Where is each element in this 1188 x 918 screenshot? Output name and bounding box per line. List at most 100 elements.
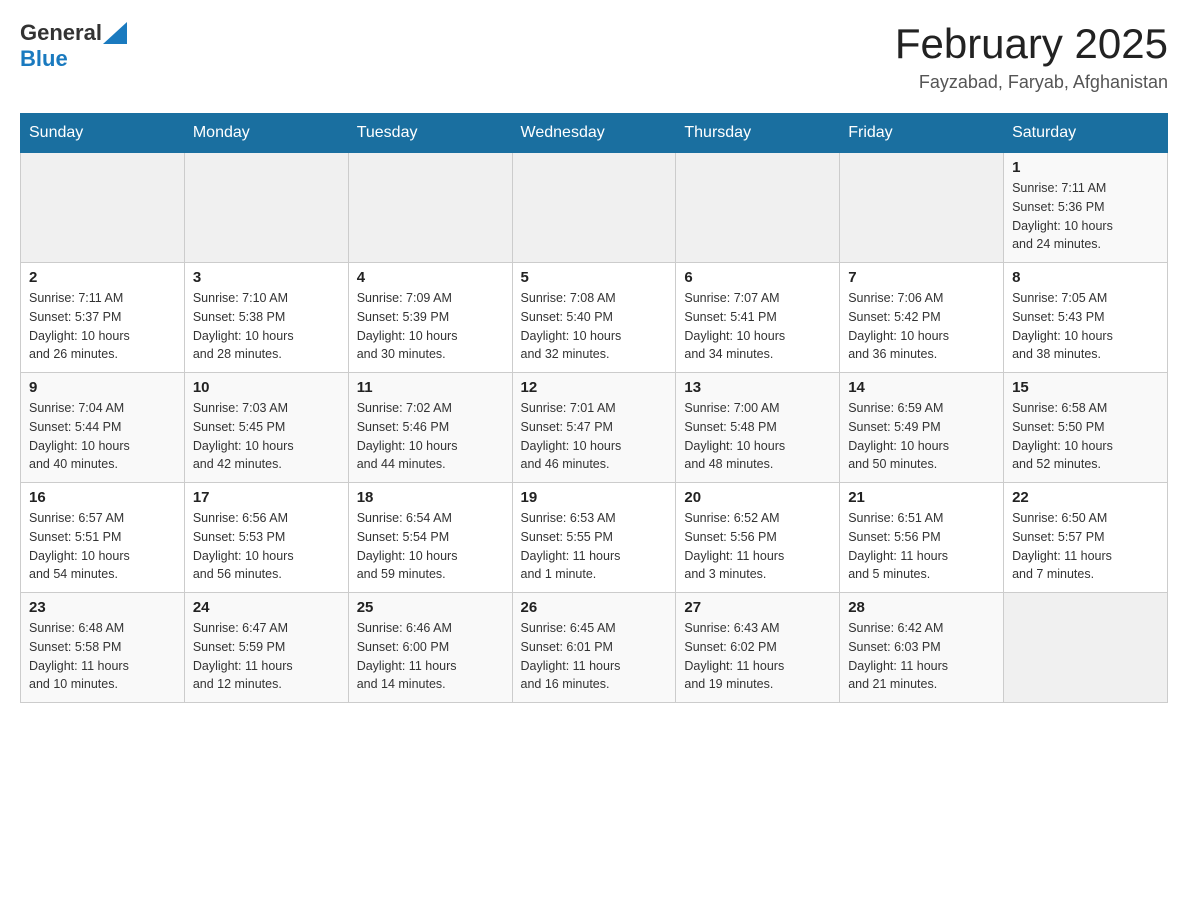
weekday-header-wednesday: Wednesday xyxy=(512,114,676,153)
day-number: 4 xyxy=(357,269,504,286)
day-number: 21 xyxy=(848,489,995,506)
weekday-header-saturday: Saturday xyxy=(1004,114,1168,153)
calendar-cell: 23 Sunrise: 6:48 AMSunset: 5:58 PMDayligh… xyxy=(21,593,185,703)
day-number: 11 xyxy=(357,379,504,396)
day-info: Sunrise: 7:08 AMSunset: 5:40 PMDaylight:… xyxy=(521,289,668,364)
calendar-cell: 3 Sunrise: 7:10 AMSunset: 5:38 PMDaylight… xyxy=(184,263,348,373)
day-info: Sunrise: 7:11 AMSunset: 5:37 PMDaylight:… xyxy=(29,289,176,364)
day-number: 27 xyxy=(684,599,831,616)
day-info: Sunrise: 7:04 AMSunset: 5:44 PMDaylight:… xyxy=(29,399,176,474)
calendar-cell: 13Sunrise: 7:00 AMSunset: 5:48 PMDayligh… xyxy=(676,373,840,483)
calendar-cell: 10 Sunrise: 7:03 AMSunset: 5:45 PMDayligh… xyxy=(184,373,348,483)
calendar-week-row: 2 Sunrise: 7:11 AMSunset: 5:37 PMDaylight… xyxy=(21,263,1168,373)
day-number: 15 xyxy=(1012,379,1159,396)
location-subtitle: Fayzabad, Faryab, Afghanistan xyxy=(895,72,1168,93)
day-info: Sunrise: 6:48 AMSunset: 5:58 PMDaylight:… xyxy=(29,619,176,694)
weekday-header-row: SundayMondayTuesdayWednesdayThursdayFrid… xyxy=(21,114,1168,153)
weekday-header-thursday: Thursday xyxy=(676,114,840,153)
logo: General Blue xyxy=(20,20,127,72)
day-number: 16 xyxy=(29,489,176,506)
day-info: Sunrise: 6:42 AMSunset: 6:03 PMDaylight:… xyxy=(848,619,995,694)
day-number: 26 xyxy=(521,599,668,616)
calendar-cell: 19 Sunrise: 6:53 AMSunset: 5:55 PMDayligh… xyxy=(512,483,676,593)
weekday-header-sunday: Sunday xyxy=(21,114,185,153)
day-info: Sunrise: 6:50 AMSunset: 5:57 PMDaylight:… xyxy=(1012,509,1159,584)
calendar-cell: 14 Sunrise: 6:59 AMSunset: 5:49 PMDayligh… xyxy=(840,373,1004,483)
day-info: Sunrise: 6:54 AMSunset: 5:54 PMDaylight:… xyxy=(357,509,504,584)
weekday-header-monday: Monday xyxy=(184,114,348,153)
day-number: 8 xyxy=(1012,269,1159,286)
calendar-cell: 20 Sunrise: 6:52 AMSunset: 5:56 PMDayligh… xyxy=(676,483,840,593)
day-info: Sunrise: 7:03 AMSunset: 5:45 PMDaylight:… xyxy=(193,399,340,474)
calendar-cell: 25 Sunrise: 6:46 AMSunset: 6:00 PMDayligh… xyxy=(348,593,512,703)
day-info: Sunrise: 6:59 AMSunset: 5:49 PMDaylight:… xyxy=(848,399,995,474)
day-info: Sunrise: 6:56 AMSunset: 5:53 PMDaylight:… xyxy=(193,509,340,584)
day-info: Sunrise: 7:11 AMSunset: 5:36 PMDaylight:… xyxy=(1012,179,1159,254)
calendar-cell: 16Sunrise: 6:57 AMSunset: 5:51 PMDayligh… xyxy=(21,483,185,593)
day-number: 22 xyxy=(1012,489,1159,506)
calendar-cell: 9Sunrise: 7:04 AMSunset: 5:44 PMDaylight… xyxy=(21,373,185,483)
calendar-cell: 8Sunrise: 7:05 AMSunset: 5:43 PMDaylight… xyxy=(1004,263,1168,373)
day-number: 7 xyxy=(848,269,995,286)
day-info: Sunrise: 7:01 AMSunset: 5:47 PMDaylight:… xyxy=(521,399,668,474)
day-number: 3 xyxy=(193,269,340,286)
day-info: Sunrise: 7:02 AMSunset: 5:46 PMDaylight:… xyxy=(357,399,504,474)
calendar-cell: 22 Sunrise: 6:50 AMSunset: 5:57 PMDayligh… xyxy=(1004,483,1168,593)
calendar-table: SundayMondayTuesdayWednesdayThursdayFrid… xyxy=(20,113,1168,703)
calendar-cell: 4 Sunrise: 7:09 AMSunset: 5:39 PMDaylight… xyxy=(348,263,512,373)
day-number: 14 xyxy=(848,379,995,396)
day-info: Sunrise: 6:52 AMSunset: 5:56 PMDaylight:… xyxy=(684,509,831,584)
logo-general-text: General xyxy=(20,20,102,46)
day-number: 23 xyxy=(29,599,176,616)
calendar-cell xyxy=(676,153,840,263)
calendar-cell: 12Sunrise: 7:01 AMSunset: 5:47 PMDayligh… xyxy=(512,373,676,483)
calendar-cell: 7 Sunrise: 7:06 AMSunset: 5:42 PMDaylight… xyxy=(840,263,1004,373)
day-info: Sunrise: 7:00 AMSunset: 5:48 PMDaylight:… xyxy=(684,399,831,474)
calendar-cell xyxy=(1004,593,1168,703)
day-number: 1 xyxy=(1012,159,1159,176)
day-info: Sunrise: 6:46 AMSunset: 6:00 PMDaylight:… xyxy=(357,619,504,694)
calendar-cell xyxy=(840,153,1004,263)
calendar-cell xyxy=(21,153,185,263)
day-number: 20 xyxy=(684,489,831,506)
day-number: 5 xyxy=(521,269,668,286)
day-info: Sunrise: 7:09 AMSunset: 5:39 PMDaylight:… xyxy=(357,289,504,364)
calendar-week-row: 16Sunrise: 6:57 AMSunset: 5:51 PMDayligh… xyxy=(21,483,1168,593)
calendar-cell: 18 Sunrise: 6:54 AMSunset: 5:54 PMDayligh… xyxy=(348,483,512,593)
day-number: 25 xyxy=(357,599,504,616)
weekday-header-tuesday: Tuesday xyxy=(348,114,512,153)
calendar-cell: 26Sunrise: 6:45 AMSunset: 6:01 PMDayligh… xyxy=(512,593,676,703)
day-number: 6 xyxy=(684,269,831,286)
calendar-cell: 17 Sunrise: 6:56 AMSunset: 5:53 PMDayligh… xyxy=(184,483,348,593)
day-number: 24 xyxy=(193,599,340,616)
calendar-cell: 1 Sunrise: 7:11 AMSunset: 5:36 PMDaylight… xyxy=(1004,153,1168,263)
day-info: Sunrise: 7:06 AMSunset: 5:42 PMDaylight:… xyxy=(848,289,995,364)
logo-icon xyxy=(103,22,127,44)
weekday-header-friday: Friday xyxy=(840,114,1004,153)
day-info: Sunrise: 6:43 AMSunset: 6:02 PMDaylight:… xyxy=(684,619,831,694)
calendar-cell: 11 Sunrise: 7:02 AMSunset: 5:46 PMDayligh… xyxy=(348,373,512,483)
calendar-week-row: 1 Sunrise: 7:11 AMSunset: 5:36 PMDaylight… xyxy=(21,153,1168,263)
day-info: Sunrise: 7:07 AMSunset: 5:41 PMDaylight:… xyxy=(684,289,831,364)
day-number: 10 xyxy=(193,379,340,396)
calendar-cell: 6 Sunrise: 7:07 AMSunset: 5:41 PMDaylight… xyxy=(676,263,840,373)
day-number: 28 xyxy=(848,599,995,616)
day-info: Sunrise: 6:58 AMSunset: 5:50 PMDaylight:… xyxy=(1012,399,1159,474)
calendar-week-row: 9Sunrise: 7:04 AMSunset: 5:44 PMDaylight… xyxy=(21,373,1168,483)
day-number: 17 xyxy=(193,489,340,506)
calendar-cell: 28 Sunrise: 6:42 AMSunset: 6:03 PMDayligh… xyxy=(840,593,1004,703)
day-number: 2 xyxy=(29,269,176,286)
calendar-cell: 21 Sunrise: 6:51 AMSunset: 5:56 PMDayligh… xyxy=(840,483,1004,593)
month-title: February 2025 xyxy=(895,20,1168,68)
logo-blue-text: Blue xyxy=(20,46,68,71)
day-number: 18 xyxy=(357,489,504,506)
calendar-cell: 15 Sunrise: 6:58 AMSunset: 5:50 PMDayligh… xyxy=(1004,373,1168,483)
calendar-cell xyxy=(348,153,512,263)
calendar-cell xyxy=(184,153,348,263)
day-info: Sunrise: 6:51 AMSunset: 5:56 PMDaylight:… xyxy=(848,509,995,584)
calendar-cell: 24 Sunrise: 6:47 AMSunset: 5:59 PMDayligh… xyxy=(184,593,348,703)
day-number: 19 xyxy=(521,489,668,506)
day-info: Sunrise: 7:10 AMSunset: 5:38 PMDaylight:… xyxy=(193,289,340,364)
day-info: Sunrise: 6:53 AMSunset: 5:55 PMDaylight:… xyxy=(521,509,668,584)
day-info: Sunrise: 6:47 AMSunset: 5:59 PMDaylight:… xyxy=(193,619,340,694)
